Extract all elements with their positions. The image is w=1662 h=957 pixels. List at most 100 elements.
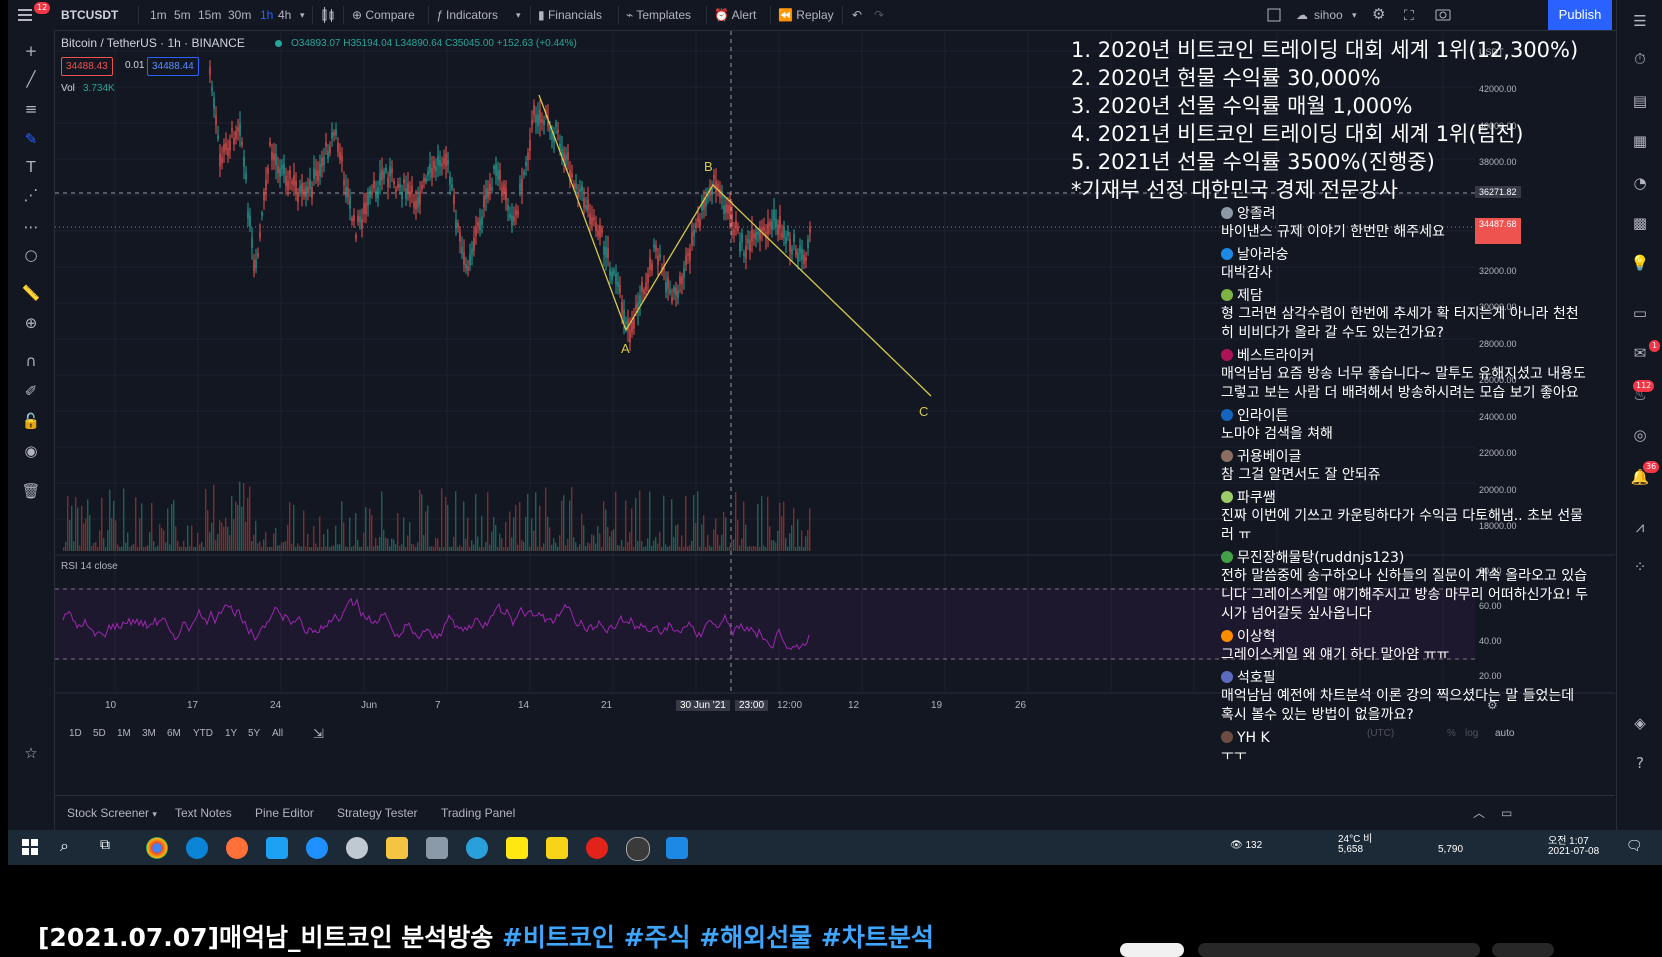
fullscreen-icon[interactable]: ⛶ bbox=[1404, 0, 1414, 30]
task-view-icon[interactable]: ⧉ bbox=[100, 837, 110, 853]
alerts-clock-icon[interactable]: ⏱ bbox=[1629, 48, 1651, 70]
watchlist-icon[interactable]: ☰ bbox=[1629, 10, 1651, 32]
alert-button[interactable]: ⏰ Alert bbox=[714, 0, 756, 30]
broadcast-icon[interactable]: ◎ bbox=[1629, 424, 1651, 446]
chrome-icon[interactable] bbox=[146, 837, 168, 859]
tab-stock-screener[interactable]: Stock Screener ▾ bbox=[67, 796, 157, 830]
chat-username[interactable]: 석호필 bbox=[1221, 669, 1591, 687]
buy-button[interactable]: 34488.44 bbox=[147, 57, 199, 76]
chat-username[interactable]: 이상혁 bbox=[1221, 628, 1591, 646]
messages-icon[interactable]: ✉ bbox=[1629, 342, 1651, 364]
compare-button[interactable]: ⊕ Compare bbox=[352, 0, 415, 30]
eye-icon[interactable]: ◉ bbox=[20, 440, 42, 462]
symbol-search[interactable]: BTCUSDT bbox=[61, 0, 118, 30]
chat-username[interactable]: 귀용베이글 bbox=[1221, 448, 1591, 466]
indicators-button[interactable]: ƒ Indicators bbox=[436, 0, 498, 30]
chat-username[interactable]: YH K bbox=[1221, 729, 1591, 747]
trend-line-icon[interactable]: ╱ bbox=[20, 68, 42, 90]
idea-bulb-icon[interactable]: 💡 bbox=[1629, 252, 1651, 274]
chat-username[interactable]: 인라이튼 bbox=[1221, 407, 1591, 425]
sell-button[interactable]: 34488.43 bbox=[61, 57, 113, 76]
zoom-in-icon[interactable]: ⊕ bbox=[20, 312, 42, 334]
telegram-icon[interactable] bbox=[466, 837, 488, 859]
user-name[interactable]: sihoo bbox=[1314, 0, 1343, 30]
help-icon[interactable]: ? bbox=[1629, 752, 1651, 774]
interval-4h[interactable]: 4h bbox=[278, 0, 291, 30]
interval-30m[interactable]: 30m bbox=[228, 0, 251, 30]
range-ytd[interactable]: YTD bbox=[193, 728, 213, 739]
range-3m[interactable]: 3M bbox=[142, 728, 156, 739]
chevron-up-icon[interactable]: ︿ bbox=[1473, 796, 1485, 830]
calendar-icon[interactable]: ◔ bbox=[1629, 172, 1651, 194]
chat-username[interactable]: 제담 bbox=[1221, 287, 1591, 305]
chat-username[interactable]: 날아라숭 bbox=[1221, 246, 1591, 264]
range-all[interactable]: All bbox=[272, 728, 283, 739]
obs-icon[interactable] bbox=[626, 837, 650, 861]
ie-icon[interactable] bbox=[306, 837, 328, 859]
star-icon[interactable]: ☆ bbox=[20, 742, 42, 764]
goto-date-icon[interactable]: ⇲ bbox=[313, 726, 324, 742]
tab-strategy-tester[interactable]: Strategy Tester bbox=[337, 796, 417, 830]
tab-pine-editor[interactable]: Pine Editor bbox=[255, 796, 314, 830]
tab-text-notes[interactable]: Text Notes bbox=[175, 796, 232, 830]
forecast-icon[interactable]: ⋯ bbox=[20, 216, 42, 238]
chat-username[interactable]: 앙졸려 bbox=[1221, 205, 1591, 223]
trash-icon[interactable]: 🗑 bbox=[20, 480, 42, 502]
range-6m[interactable]: 6M bbox=[167, 728, 181, 739]
grid-icon[interactable]: ▩ bbox=[1629, 212, 1651, 234]
cloud-icon[interactable]: ☁ bbox=[1296, 0, 1308, 30]
blue-app-icon[interactable] bbox=[666, 837, 688, 859]
fib-icon[interactable]: ≡ bbox=[20, 98, 42, 120]
circle-icon[interactable]: ○ bbox=[20, 244, 42, 266]
camera-icon[interactable] bbox=[1434, 0, 1452, 30]
gear-icon[interactable]: ⚙ bbox=[1372, 0, 1385, 30]
range-1d[interactable]: 1D bbox=[69, 728, 82, 739]
windows-start-icon[interactable] bbox=[22, 839, 38, 859]
range-5d[interactable]: 5D bbox=[93, 728, 106, 739]
publish-button[interactable]: Publish bbox=[1548, 0, 1612, 30]
range-5y[interactable]: 5Y bbox=[248, 728, 260, 739]
video-title-tags[interactable]: #비트코인 #주식 #해외선물 #차트분석 bbox=[502, 923, 934, 952]
calculator-icon[interactable] bbox=[426, 837, 448, 859]
tab-trading-panel[interactable]: Trading Panel bbox=[441, 796, 515, 830]
hotlist-icon[interactable]: ▦ bbox=[1629, 130, 1651, 152]
undo-icon[interactable]: ↶ bbox=[852, 0, 862, 30]
clock-time[interactable]: 오전 1:07 bbox=[1548, 832, 1589, 847]
firefox-icon[interactable] bbox=[226, 837, 248, 859]
interval-1m[interactable]: 1m bbox=[150, 0, 167, 30]
weather[interactable]: 24°C 비 bbox=[1338, 830, 1372, 845]
range-1y[interactable]: 1Y bbox=[225, 728, 237, 739]
redo-icon[interactable]: ↷ bbox=[874, 0, 884, 30]
chevron-down-icon[interactable]: ▾ bbox=[1352, 0, 1357, 30]
interval-15m[interactable]: 15m bbox=[198, 0, 221, 30]
maximize-panel-icon[interactable]: ▭ bbox=[1501, 796, 1512, 830]
clock-date[interactable]: 2021-07-08 bbox=[1548, 846, 1599, 857]
dots-icon[interactable]: ⁘ bbox=[1629, 556, 1651, 578]
chat-username[interactable]: 파쿠쌤 bbox=[1221, 489, 1591, 507]
range-1m[interactable]: 1M bbox=[117, 728, 131, 739]
text-icon[interactable]: T bbox=[20, 156, 42, 178]
replay-button[interactable]: ⏪ Replay bbox=[778, 0, 834, 30]
app-icon[interactable] bbox=[346, 837, 368, 859]
data-window-icon[interactable]: ▤ bbox=[1629, 90, 1651, 112]
financials-button[interactable]: ▮ Financials bbox=[538, 0, 602, 30]
trend-icon[interactable]: ⩘ bbox=[1629, 516, 1651, 538]
bird-app-icon[interactable] bbox=[266, 837, 288, 859]
edge-icon[interactable] bbox=[186, 837, 208, 859]
magnet-icon[interactable]: ∩ bbox=[20, 350, 42, 372]
search-icon[interactable]: ⌕ bbox=[60, 836, 69, 856]
interval-5m[interactable]: 5m bbox=[174, 0, 191, 30]
red-app-icon[interactable] bbox=[586, 837, 608, 859]
chat-icon[interactable]: ▭ bbox=[1629, 302, 1651, 324]
kakaotalk-icon[interactable] bbox=[506, 837, 528, 859]
notifications-icon[interactable]: 🗨 bbox=[1626, 838, 1643, 854]
stay-drawing-icon[interactable]: ✐ bbox=[20, 380, 42, 402]
layers-icon[interactable]: ◈ bbox=[1629, 712, 1651, 734]
sticky-notes-icon[interactable] bbox=[546, 837, 568, 859]
candles-icon[interactable] bbox=[321, 0, 335, 30]
interval-1h[interactable]: 1h bbox=[260, 0, 273, 30]
chat-username[interactable]: 베스트라이커 bbox=[1221, 347, 1591, 365]
templates-button[interactable]: ⌁ Templates bbox=[626, 0, 691, 30]
brush-icon[interactable]: ✎ bbox=[20, 128, 42, 150]
pattern-icon[interactable]: ⋰ bbox=[20, 184, 42, 206]
